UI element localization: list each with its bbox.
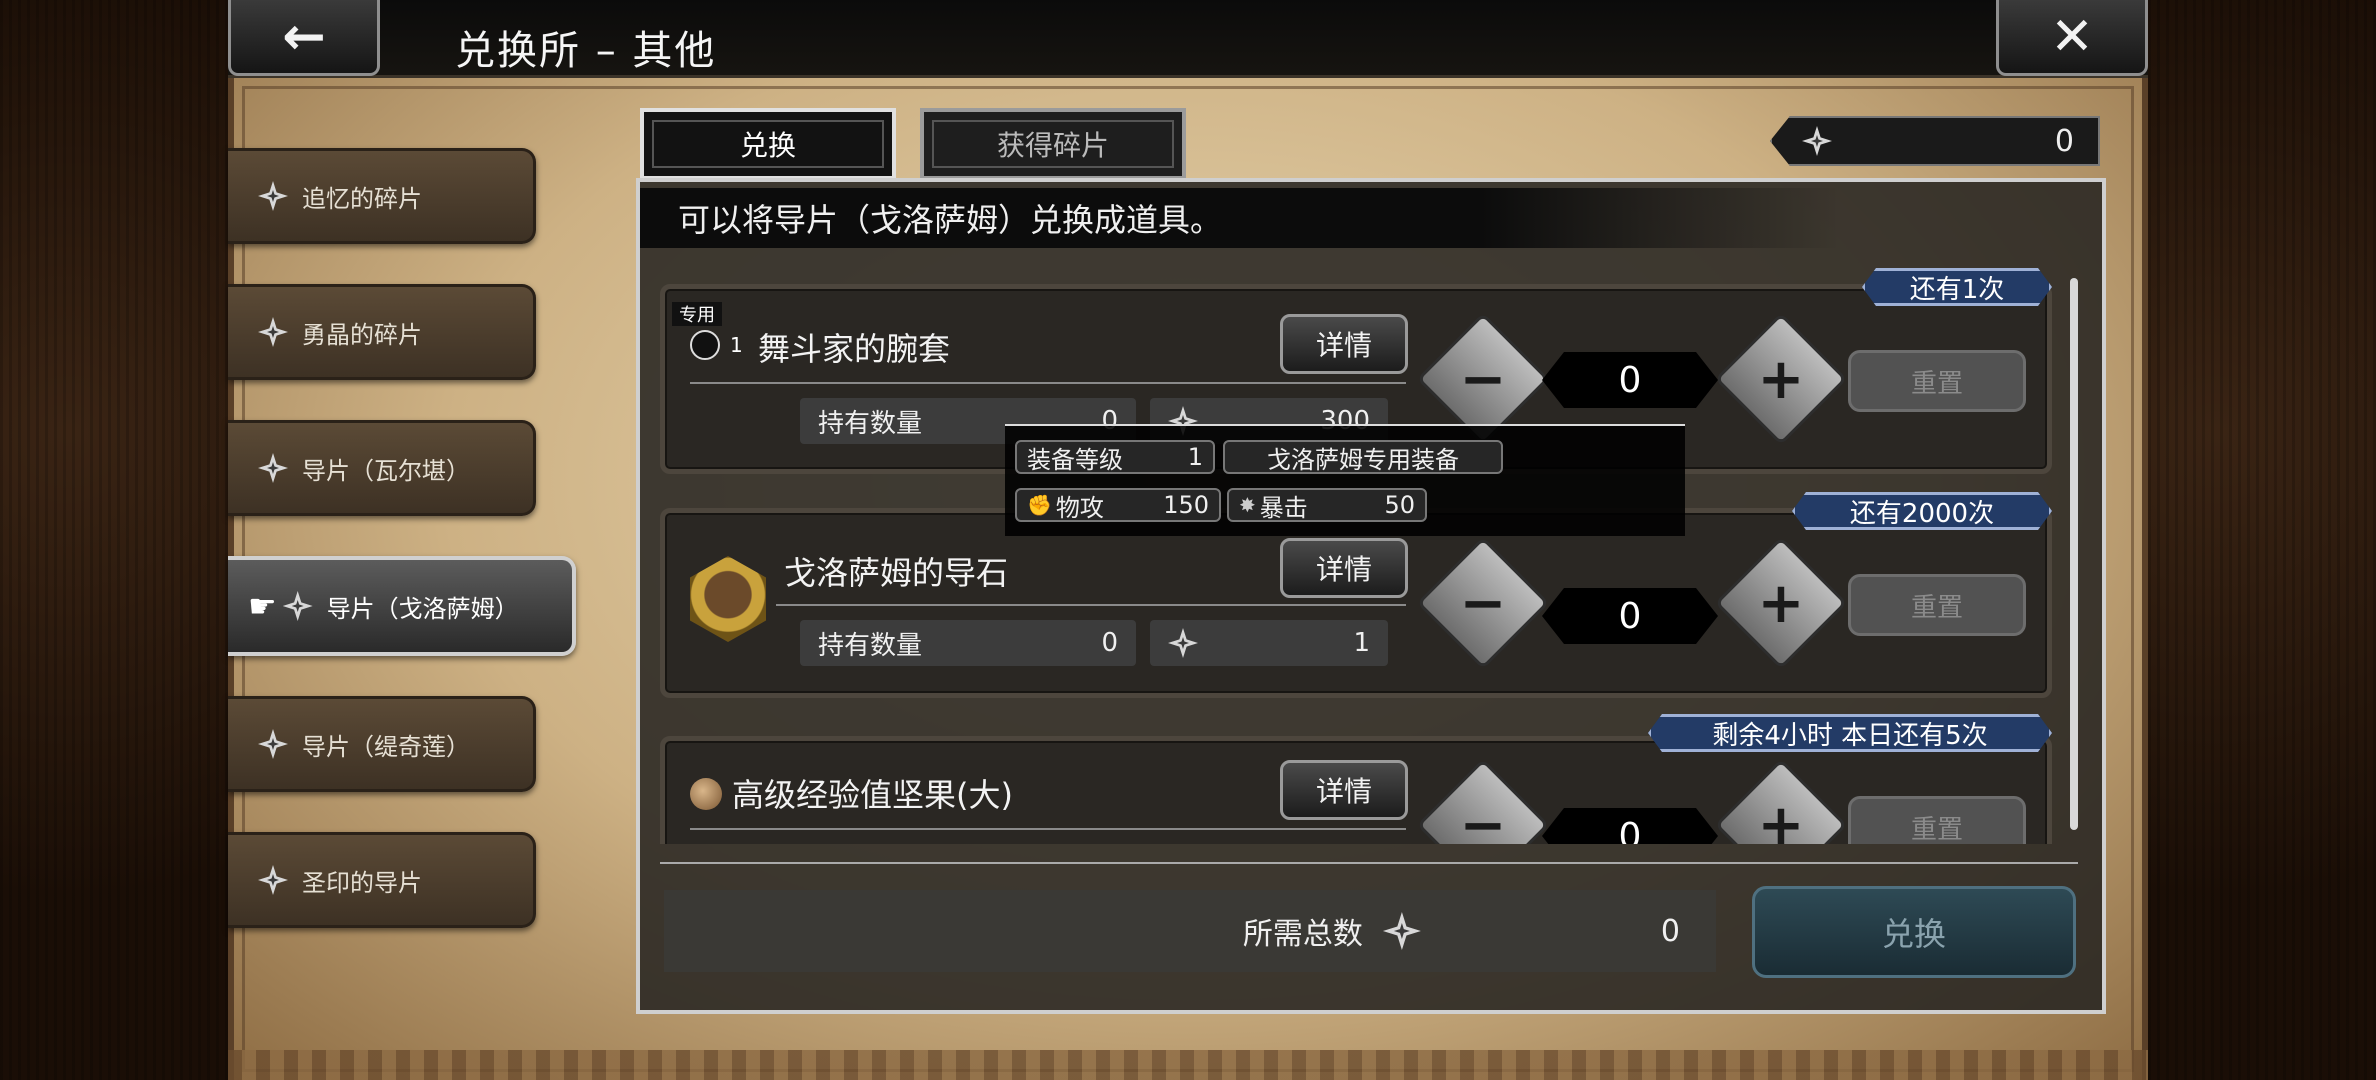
- bottom-divider: [660, 862, 2078, 864]
- crystal-icon: [1802, 126, 1832, 156]
- exchange-button[interactable]: 兑换: [1752, 886, 2076, 978]
- limit-badge: 还有2000次: [1792, 492, 2052, 530]
- item-name: 舞斗家的腕套: [758, 330, 951, 368]
- reset-button[interactable]: 重置: [1848, 796, 2026, 844]
- burst-icon: ✸: [1239, 493, 1256, 517]
- crystal-icon: [258, 729, 288, 759]
- exclusive-tag: 专用: [672, 302, 722, 326]
- left-wood-border: [0, 0, 228, 1080]
- quantity-value: 0: [1542, 352, 1718, 408]
- divider: [776, 604, 1406, 606]
- held-value: 0: [1101, 628, 1118, 658]
- sidebar-item-label: 追忆的碎片: [302, 184, 422, 213]
- sidebar-item-label: 导片（瓦尔堪）: [302, 456, 470, 485]
- parchment-bottom-trim: [228, 1050, 2148, 1080]
- right-wood-border: [2148, 0, 2376, 1080]
- crystal-icon: [258, 453, 288, 483]
- close-icon: ✕: [2050, 6, 2094, 67]
- sidebar-item-guide-tikilian[interactable]: 导片（缇奇莲）: [228, 696, 536, 792]
- attack-stat-cell: ✊ 物攻 150: [1015, 488, 1221, 522]
- close-button[interactable]: ✕: [1996, 0, 2148, 76]
- sidebar-item-guide-vulcan[interactable]: 导片（瓦尔堪）: [228, 420, 536, 516]
- sidebar-item-label: 导片（缇奇莲）: [302, 732, 470, 761]
- equip-level-value: 1: [1187, 443, 1203, 471]
- plus-icon: +: [1757, 792, 1805, 845]
- detail-button[interactable]: 详情: [1280, 760, 1408, 820]
- currency-counter: 0: [1770, 116, 2100, 166]
- currency-value: 0: [2054, 123, 2074, 159]
- divider: [690, 382, 1406, 384]
- accessory-icon: [690, 330, 720, 360]
- crit-stat-cell: ✸ 暴击 50: [1227, 488, 1427, 522]
- crystal-icon: [283, 591, 313, 621]
- total-value: 0: [1660, 913, 1680, 949]
- sidebar-item-guide-golosam[interactable]: ☛ 导片（戈洛萨姆）: [228, 556, 576, 656]
- fist-icon: ✊: [1027, 493, 1052, 517]
- attack-label: 物攻: [1055, 493, 1104, 522]
- total-required-box: 所需总数 0: [664, 890, 1716, 972]
- minus-icon: −: [1459, 346, 1507, 412]
- tab-label: 兑换: [739, 129, 796, 162]
- limit-badge: 还有1次: [1862, 268, 2052, 306]
- info-text: 可以将导片（戈洛萨姆）兑换成道具。: [640, 188, 1840, 248]
- held-count: 持有数量 0: [800, 620, 1136, 666]
- item-level: 1: [730, 333, 743, 357]
- tab-exchange[interactable]: 兑换: [640, 108, 896, 180]
- detail-button[interactable]: 详情: [1280, 538, 1408, 598]
- crystal-icon: [1168, 628, 1198, 658]
- attack-value: 150: [1163, 491, 1209, 519]
- sidebar-item-memory-fragment[interactable]: 追忆的碎片: [228, 148, 536, 244]
- tab-get-fragments[interactable]: 获得碎片: [920, 108, 1186, 180]
- held-label: 持有数量: [818, 630, 923, 661]
- crystal-icon: [258, 317, 288, 347]
- exclusive-equip-cell: 戈洛萨姆专用装备: [1223, 440, 1503, 474]
- crit-label: 暴击: [1259, 493, 1308, 522]
- back-arrow-icon: ←: [282, 6, 326, 67]
- pointing-hand-icon: ☛: [248, 587, 277, 625]
- plus-icon: +: [1757, 346, 1805, 412]
- sidebar-item-label: 圣印的导片: [302, 868, 422, 897]
- reset-button[interactable]: 重置: [1848, 350, 2026, 412]
- crystal-icon: [258, 181, 288, 211]
- held-label: 持有数量: [818, 408, 923, 439]
- equip-level-label: 装备等级: [1027, 445, 1123, 474]
- tab-label: 获得碎片: [996, 129, 1109, 162]
- page-title: 兑换所 – 其他: [455, 28, 717, 74]
- equip-level-cell: 装备等级 1: [1015, 440, 1215, 474]
- reset-button[interactable]: 重置: [1848, 574, 2026, 636]
- detail-button[interactable]: 详情: [1280, 314, 1408, 374]
- total-label: 所需总数: [1242, 917, 1363, 952]
- crystal-icon: [258, 865, 288, 895]
- sidebar-item-brave-crystal-fragment[interactable]: 勇晶的碎片: [228, 284, 536, 380]
- cost-box: 1: [1150, 620, 1388, 666]
- equipment-tooltip: 装备等级 1 戈洛萨姆专用装备 ✊ 物攻 150 ✸ 暴击 50: [1005, 424, 1685, 536]
- minus-icon: −: [1459, 792, 1507, 845]
- crit-value: 50: [1384, 491, 1415, 519]
- quantity-value: 0: [1542, 808, 1718, 844]
- item-name: 戈洛萨姆的导石: [784, 554, 1009, 592]
- plus-icon: +: [1757, 570, 1805, 636]
- back-button[interactable]: ←: [228, 0, 380, 76]
- nut-icon: [690, 778, 722, 810]
- minus-icon: −: [1459, 570, 1507, 636]
- sidebar-item-label: 导片（戈洛萨姆）: [326, 594, 519, 623]
- crystal-icon: [1383, 912, 1421, 950]
- quantity-value: 0: [1542, 588, 1718, 644]
- sidebar-item-seal-guide[interactable]: 圣印的导片: [228, 832, 536, 928]
- cost-value: 1: [1353, 628, 1370, 658]
- sidebar-item-label: 勇晶的碎片: [302, 320, 422, 349]
- scrollbar[interactable]: [2070, 278, 2078, 830]
- item-name: 高级经验值坚果(大): [732, 776, 1013, 814]
- divider: [690, 828, 1406, 830]
- limit-badge: 剩余4小时 本日还有5次: [1648, 714, 2052, 752]
